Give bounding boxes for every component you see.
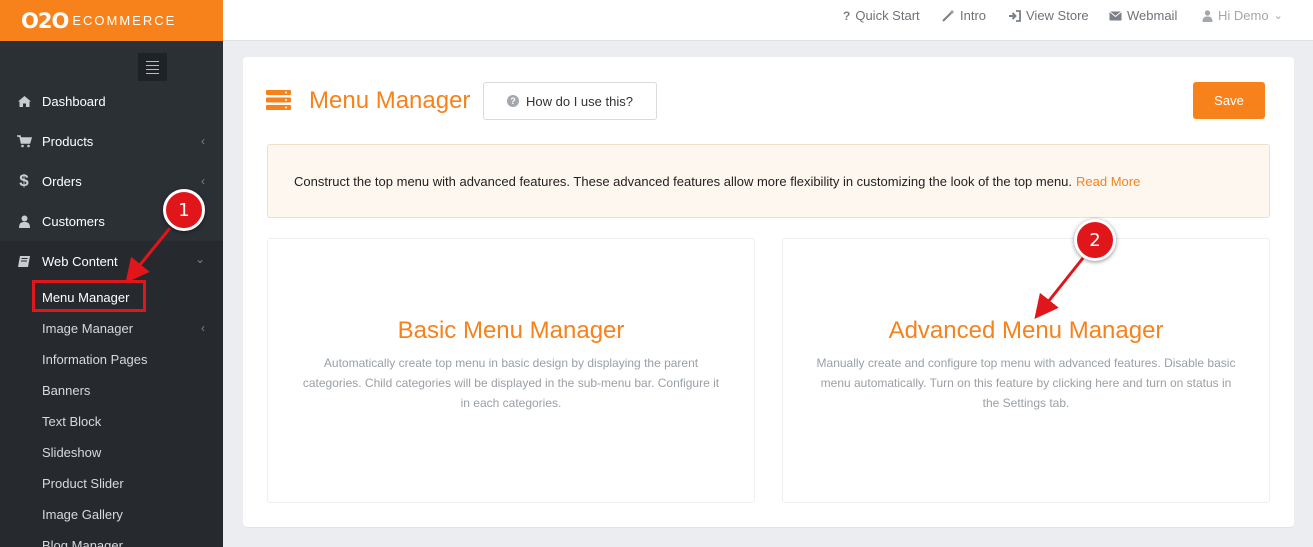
intro-link[interactable]: Intro [942, 8, 986, 23]
sidebar-item-products[interactable]: Products ‹ [0, 121, 223, 161]
sidebar-nav: Dashboard Products ‹ $ Orders ‹ Customer… [0, 81, 223, 547]
view-store-link[interactable]: View Store [1008, 8, 1089, 23]
webmail-label: Webmail [1127, 8, 1178, 23]
highlight-box [32, 280, 146, 312]
info-text: Construct the top menu with advanced fea… [294, 173, 1073, 189]
question-icon: ? [843, 8, 851, 23]
user-icon [1202, 9, 1213, 22]
sidebar-item-web-content[interactable]: Web Content ⌄ [0, 241, 223, 281]
menu-manager-icon [266, 90, 291, 115]
sidebar-subitem-product-slider[interactable]: Product Slider [0, 468, 223, 499]
sidebar: O2O ECOMMERCE Dashboard Products ‹ $ Ord… [0, 0, 223, 547]
sidebar-subitem-label: Image Manager [42, 321, 134, 336]
chevron-down-icon: ⌄ [194, 252, 205, 266]
user-name: Hi Demo [1218, 8, 1269, 23]
sidebar-item-dashboard[interactable]: Dashboard [0, 81, 223, 121]
envelope-icon [1109, 10, 1122, 21]
help-button-label: How do I use this? [526, 93, 633, 109]
cart-icon [15, 134, 33, 148]
intro-label: Intro [960, 8, 987, 23]
user-menu[interactable]: Hi Demo ⌄ [1202, 8, 1283, 23]
user-icon [15, 214, 33, 228]
menu-toggle-icon[interactable] [138, 53, 167, 81]
question-circle-icon: ? [507, 95, 520, 107]
sidebar-item-label: Web Content [42, 253, 118, 269]
card-title: Basic Menu Manager [397, 317, 625, 344]
read-more-link[interactable]: Read More [1076, 174, 1140, 189]
sidebar-item-label: Customers [42, 213, 105, 229]
view-store-label: View Store [1026, 8, 1089, 23]
step-marker-1: 1 [163, 189, 205, 231]
chevron-down-icon: ⌄ [1273, 10, 1283, 22]
sidebar-subitem-label: Banners [42, 383, 91, 398]
step-marker-2: 2 [1074, 219, 1116, 261]
chevron-left-icon: ‹ [201, 174, 205, 188]
card-title: Advanced Menu Manager [888, 317, 1164, 344]
quick-start-link[interactable]: ? Quick Start [843, 8, 920, 23]
top-bar: ? Quick Start Intro View Store Webmail H… [223, 0, 1313, 41]
brand-logo[interactable]: O2O ECOMMERCE [0, 0, 223, 41]
sidebar-item-label: Dashboard [42, 93, 106, 109]
dollar-icon: $ [19, 171, 29, 190]
menu-manager-panel: Menu Manager ? How do I use this? Save C… [243, 57, 1294, 527]
sidebar-subitem-information-pages[interactable]: Information Pages [0, 344, 223, 375]
chevron-left-icon: ‹ [201, 321, 205, 335]
logo-main-text: O2O [21, 8, 69, 33]
sidebar-subitem-slideshow[interactable]: Slideshow [0, 437, 223, 468]
sidebar-subitem-text-block[interactable]: Text Block [0, 406, 223, 437]
sidebar-subitem-label: Information Pages [42, 352, 148, 367]
card-description: Manually create and configure top menu w… [816, 356, 1236, 410]
page-title: Menu Manager [309, 87, 471, 114]
advanced-menu-manager-card[interactable]: Advanced Menu Manager Manually create an… [782, 238, 1270, 503]
info-box: Construct the top menu with advanced fea… [267, 144, 1270, 218]
logo-sub-text: ECOMMERCE [72, 13, 177, 28]
web-content-submenu: Menu Manager Image Manager ‹ Information … [0, 281, 223, 547]
magic-wand-icon [942, 9, 955, 22]
home-icon [15, 94, 33, 108]
sidebar-subitem-label: Blog Manager [42, 538, 123, 547]
sidebar-subitem-banners[interactable]: Banners [0, 375, 223, 406]
sidebar-subitem-image-manager[interactable]: Image Manager ‹ [0, 313, 223, 344]
sidebar-subitem-image-gallery[interactable]: Image Gallery [0, 499, 223, 530]
sidebar-item-label: Products [42, 133, 94, 149]
sign-in-icon [1008, 9, 1021, 22]
chevron-left-icon: ‹ [201, 134, 205, 148]
sidebar-item-label: Orders [42, 173, 82, 189]
book-icon [15, 254, 33, 268]
card-description: Automatically create top menu in basic d… [302, 356, 720, 410]
save-button[interactable]: Save [1193, 82, 1265, 119]
sidebar-subitem-label: Slideshow [42, 445, 102, 460]
basic-menu-manager-card[interactable]: Basic Menu Manager Automatically create … [267, 238, 755, 503]
sidebar-subitem-blog-manager[interactable]: Blog Manager [0, 530, 223, 547]
sidebar-subitem-label: Text Block [42, 414, 102, 429]
sidebar-subitem-label: Image Gallery [42, 507, 123, 522]
help-button[interactable]: ? How do I use this? [483, 82, 657, 120]
quick-start-label: Quick Start [855, 8, 920, 23]
sidebar-subitem-label: Product Slider [42, 476, 124, 491]
webmail-link[interactable]: Webmail [1109, 8, 1177, 23]
